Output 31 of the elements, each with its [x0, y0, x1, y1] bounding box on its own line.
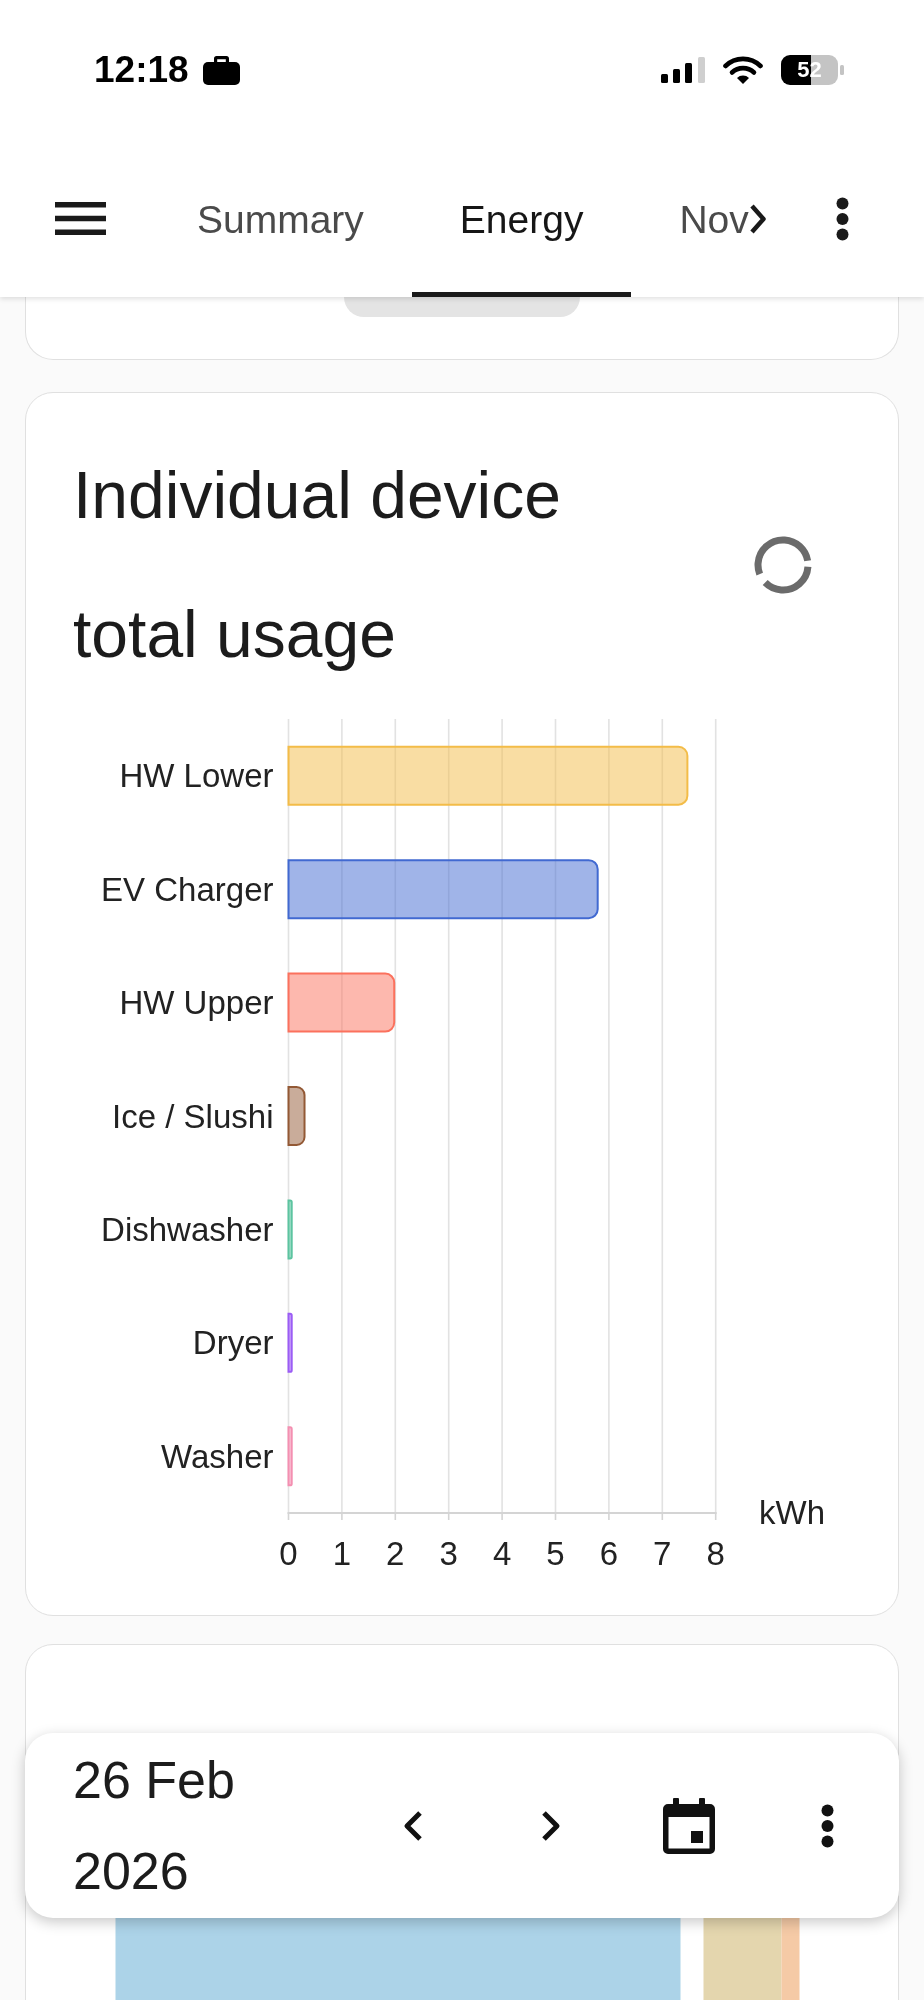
- category-label: Ice / Slushi: [112, 1097, 274, 1135]
- category-label: Dryer: [192, 1324, 274, 1362]
- battery-cap-icon: [840, 65, 844, 75]
- category-label: Dishwasher: [101, 1210, 274, 1248]
- date-label: 26 Feb 2026: [73, 1749, 236, 1902]
- kebab-menu-icon: [820, 1803, 834, 1848]
- card-title: Individual device total usage: [73, 457, 562, 673]
- signal-icon: [661, 57, 705, 83]
- category-label: HW Lower: [119, 757, 274, 795]
- axis-tick-label: 6: [599, 1535, 619, 1572]
- chevron-right-icon: [748, 203, 768, 235]
- wifi-icon: [723, 56, 763, 84]
- status-time: 12:18: [94, 49, 189, 91]
- axis-tick-label: 2: [386, 1535, 405, 1572]
- category-label: HW Upper: [119, 984, 274, 1022]
- tab[interactable]: Summary: [149, 140, 412, 297]
- axis-tick-label: 0: [279, 1535, 298, 1572]
- category-label: Washer: [161, 1437, 274, 1475]
- axis-tick-label: 5: [546, 1535, 565, 1572]
- axis-tick-label: 1: [332, 1535, 352, 1572]
- axis-tick-label: 3: [439, 1535, 458, 1572]
- axis-tick-label: 7: [653, 1535, 672, 1572]
- category-label: EV Charger: [101, 870, 274, 908]
- kebab-menu-icon: [836, 196, 850, 241]
- calendar-icon: [663, 1797, 715, 1854]
- axis-tick-label: 8: [706, 1535, 725, 1572]
- menu-icon: [54, 202, 106, 235]
- tab[interactable]: Nov: [631, 140, 797, 297]
- briefcase-icon: [202, 55, 240, 85]
- axis-title: kWh: [759, 1494, 825, 1531]
- axis-tick-label: 4: [492, 1535, 512, 1572]
